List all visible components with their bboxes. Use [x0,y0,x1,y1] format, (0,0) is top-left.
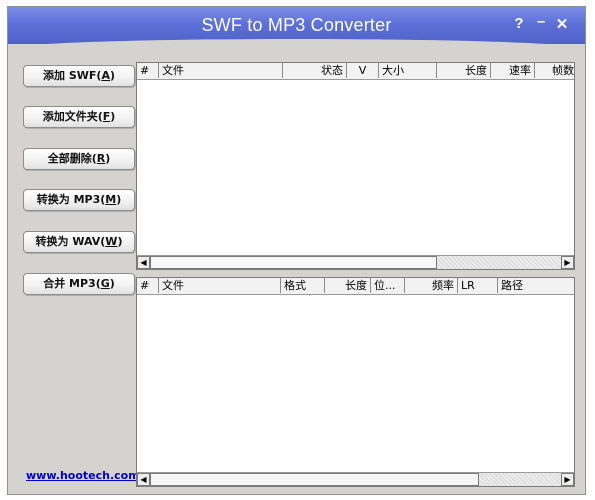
mp3-file-list[interactable]: # 文件 格式 长度 位... 频率 LR 路径 ◀ ▶ [136,277,575,487]
help-icon[interactable]: ? [512,15,526,32]
column-header-status[interactable]: 状态 [283,63,347,78]
convert-mp3-button-suffix: ) [116,193,122,206]
website-link[interactable]: www.hootech.com [26,469,140,482]
convert-mp3-button[interactable]: 转换为 MP3(M) [23,189,135,211]
scroll-left-icon[interactable]: ◀ [137,256,150,269]
column-header-v[interactable]: V [347,63,379,78]
scroll-right-icon[interactable]: ▶ [561,473,574,486]
add-folder-button[interactable]: 添加文件夹(F) [23,106,135,128]
title-bar[interactable]: SWF to MP3 Converter ? – ✕ [8,7,585,49]
column-header-index[interactable]: # [137,63,159,78]
swf-list-header: # 文件 状态 V 大小 长度 速率 帧数 [137,63,574,80]
swf-file-list[interactable]: # 文件 状态 V 大小 长度 速率 帧数 ◀ ▶ [136,62,575,270]
mp3-list-scroll-thumb[interactable] [150,473,479,486]
add-folder-button-suffix: ) [110,110,116,123]
column-header-lr[interactable]: LR [458,278,498,293]
remove-all-button-hotkey: R [96,152,106,165]
add-folder-button-label: 添加文件夹( [42,110,103,123]
column-header-rate[interactable]: 速率 [491,63,535,78]
convert-wav-button-label: 转换为 WAV( [35,235,106,248]
column-header-frames[interactable]: 帧数 [535,63,574,78]
convert-wav-button-hotkey: W [105,235,118,248]
scroll-left-icon[interactable]: ◀ [137,473,150,486]
column-header-index[interactable]: # [137,278,159,293]
add-swf-button-hotkey: A [101,69,110,82]
column-header-size[interactable]: 大小 [379,63,437,78]
merge-mp3-button-label: 合并 MP3( [43,277,101,290]
add-swf-button-label: 添加 SWF( [43,69,102,82]
column-header-file[interactable]: 文件 [159,278,281,293]
column-header-length[interactable]: 长度 [325,278,371,293]
convert-wav-button[interactable]: 转换为 WAV(W) [23,231,135,253]
remove-all-button[interactable]: 全部删除(R) [23,148,135,170]
scroll-right-icon[interactable]: ▶ [561,256,574,269]
add-swf-button-suffix: ) [109,69,115,82]
merge-mp3-button-suffix: ) [109,277,115,290]
app-window: SWF to MP3 Converter ? – ✕ 添加 SWF(A) 添加文… [7,6,586,495]
column-header-frequency[interactable]: 频率 [405,278,458,293]
column-header-length[interactable]: 长度 [437,63,491,78]
swf-list-scroll-thumb[interactable] [150,256,437,269]
window-title: SWF to MP3 Converter [201,15,392,35]
column-header-format[interactable]: 格式 [281,278,325,293]
mp3-list-hscrollbar[interactable]: ◀ ▶ [137,472,574,486]
merge-mp3-button-hotkey: G [100,277,110,290]
convert-mp3-button-label: 转换为 MP3( [36,193,106,206]
remove-all-button-label: 全部删除( [47,152,97,165]
column-header-bitrate[interactable]: 位... [371,278,405,293]
swf-list-hscrollbar[interactable]: ◀ ▶ [137,255,574,269]
add-swf-button[interactable]: 添加 SWF(A) [23,65,135,87]
convert-wav-button-suffix: ) [117,235,123,248]
convert-mp3-button-hotkey: M [105,193,117,206]
mp3-list-header: # 文件 格式 长度 位... 频率 LR 路径 [137,278,574,295]
minimize-icon[interactable]: – [534,13,548,30]
column-header-path[interactable]: 路径 [498,278,574,293]
column-header-file[interactable]: 文件 [159,63,283,78]
remove-all-button-suffix: ) [105,152,111,165]
merge-mp3-button[interactable]: 合并 MP3(G) [23,273,135,295]
close-icon[interactable]: ✕ [555,15,569,33]
